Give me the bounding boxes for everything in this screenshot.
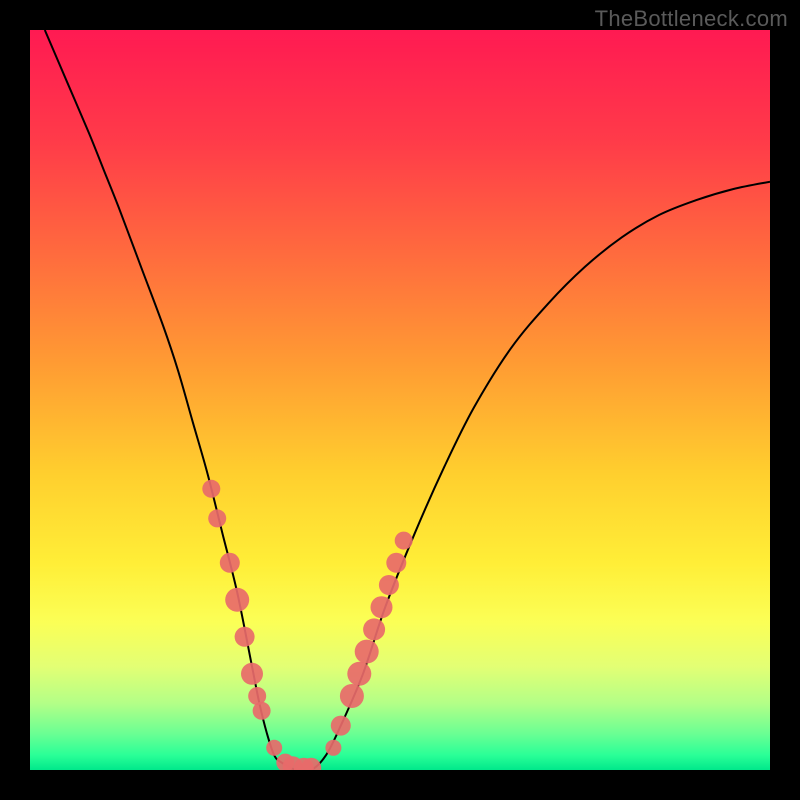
highlight-dot — [386, 553, 406, 573]
highlight-dot — [241, 663, 263, 685]
highlight-dot — [331, 716, 351, 736]
highlight-dot — [371, 596, 393, 618]
highlight-dot — [395, 532, 413, 550]
plot-area — [30, 30, 770, 770]
highlight-dots-group — [202, 480, 412, 770]
bottleneck-curve — [45, 30, 770, 770]
highlight-dot — [220, 553, 240, 573]
highlight-dot — [363, 618, 385, 640]
highlight-dot — [253, 702, 271, 720]
chart-curve-layer — [30, 30, 770, 770]
highlight-dot — [235, 627, 255, 647]
highlight-dot — [325, 740, 341, 756]
chart-frame: TheBottleneck.com — [0, 0, 800, 800]
highlight-dot — [355, 640, 379, 664]
highlight-dot — [379, 575, 399, 595]
highlight-dot — [202, 480, 220, 498]
highlight-dot — [225, 588, 249, 612]
highlight-dot — [266, 740, 282, 756]
highlight-dot — [340, 684, 364, 708]
watermark-label: TheBottleneck.com — [595, 6, 788, 32]
highlight-dot — [208, 509, 226, 527]
highlight-dot — [347, 662, 371, 686]
